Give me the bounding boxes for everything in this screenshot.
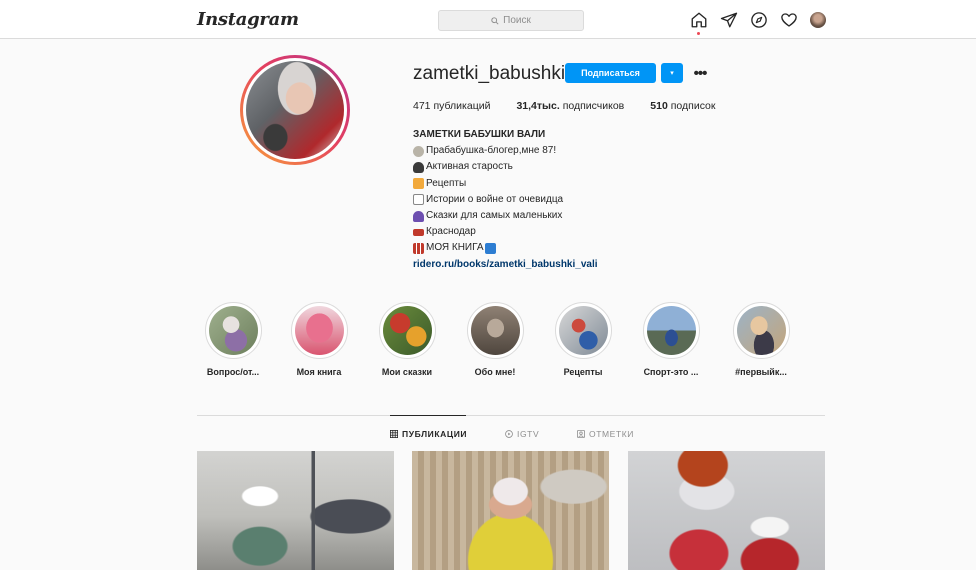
followers-count[interactable]: 31,4тыс. подписчиков <box>516 100 624 112</box>
highlight-cover-ring <box>204 302 262 359</box>
top-nav: Instagram Поиск <box>0 0 976 39</box>
highlight-cover <box>382 306 432 355</box>
search-placeholder: Поиск <box>503 15 531 26</box>
highlight-label: Мои сказки <box>381 367 433 377</box>
recipe-emoji-icon <box>413 178 424 190</box>
highlight-label: Моя книга <box>296 367 342 377</box>
search-icon <box>491 16 499 25</box>
highlight-cover <box>736 306 786 355</box>
person-emoji-icon <box>413 162 424 173</box>
highlight-cover-ring <box>732 302 790 359</box>
tab-tagged[interactable]: ОТМЕТКИ <box>577 429 634 439</box>
bio-line: Краснодар <box>413 224 733 240</box>
location-sign-emoji-icon <box>413 228 424 236</box>
activity-heart-icon[interactable] <box>780 11 798 29</box>
bio-name: ЗАМЕТКИ БАБУШКИ ВАЛИ <box>413 129 546 140</box>
bio-line: Активная старость <box>413 159 733 175</box>
profile-username: zametki_babushki <box>413 63 566 84</box>
fairy-tale-emoji-icon <box>413 210 424 222</box>
instagram-logo[interactable]: Instagram <box>197 9 299 30</box>
search-input[interactable]: Поиск <box>438 10 584 31</box>
highlight-item[interactable]: Спорт-это ... <box>636 302 706 377</box>
bio-line: Рецепты <box>413 176 733 192</box>
tab-posts[interactable]: ПУБЛИКАЦИИ <box>390 429 467 439</box>
active-tab-indicator <box>390 415 466 416</box>
more-options-button[interactable]: ••• <box>691 63 709 83</box>
follow-button[interactable]: Подписаться <box>565 63 656 83</box>
highlight-item[interactable]: Вопрос/от... <box>198 302 268 377</box>
memo-emoji-icon <box>413 194 424 206</box>
tagged-icon <box>577 430 585 438</box>
bio-website-link[interactable]: ridero.ru/books/zametki_babushki_vali <box>413 257 733 273</box>
highlight-label: #первыйк... <box>735 367 787 377</box>
highlight-cover-ring <box>290 302 348 359</box>
profile-stats: 471 публикаций 31,4тыс. подписчиков 510 … <box>413 100 742 112</box>
highlight-cover-ring <box>642 302 700 359</box>
chevron-down-icon: ▾ <box>670 70 674 77</box>
highlight-label: Рецепты <box>563 367 603 377</box>
tab-igtv[interactable]: IGTV <box>505 429 539 439</box>
highlight-cover-ring <box>466 302 524 359</box>
tab-label: ПУБЛИКАЦИИ <box>402 429 468 439</box>
highlight-cover <box>558 306 608 355</box>
post-thumbnail[interactable] <box>197 451 394 570</box>
highlight-cover-ring <box>378 302 436 359</box>
post-thumbnail[interactable] <box>412 451 609 570</box>
bio-line: МОЯ КНИГА <box>413 240 733 256</box>
profile-avatar-story-ring[interactable] <box>240 55 350 165</box>
suggestions-dropdown-button[interactable]: ▾ <box>661 63 683 83</box>
explore-icon[interactable] <box>750 11 768 29</box>
profile-photo <box>246 61 344 159</box>
highlight-label: Спорт-это ... <box>643 367 699 377</box>
following-count[interactable]: 510 подписок <box>650 100 715 112</box>
highlight-cover <box>294 306 344 355</box>
highlight-item[interactable]: Обо мне! <box>460 302 530 377</box>
grid-icon <box>390 430 398 438</box>
grandma-emoji-icon <box>413 145 424 157</box>
highlight-cover-ring <box>554 302 612 359</box>
profile-bio: ЗАМЕТКИ БАБУШКИ ВАЛИ Прабабушка-блогер,м… <box>413 127 733 273</box>
highlight-item[interactable]: #первыйк... <box>726 302 796 377</box>
highlight-item[interactable]: Мои сказки <box>372 302 442 377</box>
igtv-icon <box>505 430 513 438</box>
highlight-cover <box>470 306 520 355</box>
direct-icon[interactable] <box>720 11 738 29</box>
profile-avatar[interactable] <box>810 12 826 28</box>
highlight-cover <box>208 306 258 355</box>
highlight-label: Вопрос/от... <box>206 367 260 377</box>
highlight-item[interactable]: Рецепты <box>548 302 618 377</box>
tabs-divider <box>197 415 825 416</box>
bio-line: Сказки для самых маленьких <box>413 208 733 224</box>
arrow-down-emoji-icon <box>484 243 496 255</box>
highlight-cover <box>646 306 696 355</box>
home-icon[interactable] <box>690 11 708 35</box>
notification-dot <box>697 32 700 35</box>
tab-label: ОТМЕТКИ <box>589 429 635 439</box>
tab-label: IGTV <box>517 429 540 439</box>
highlight-label: Обо мне! <box>474 367 516 377</box>
bio-line: Истории о войне от очевидца <box>413 192 733 208</box>
story-highlights: Вопрос/от... Моя книга Мои сказки Обо мн… <box>198 302 818 384</box>
posts-count: 471 публикаций <box>413 100 491 112</box>
profile-avatar-frame <box>243 58 347 162</box>
post-thumbnail[interactable] <box>628 451 825 570</box>
bio-line: Прабабушка-блогер,мне 87! <box>413 143 733 159</box>
more-icon: ••• <box>693 64 708 82</box>
highlight-item[interactable]: Моя книга <box>284 302 354 377</box>
books-emoji-icon <box>413 243 424 255</box>
